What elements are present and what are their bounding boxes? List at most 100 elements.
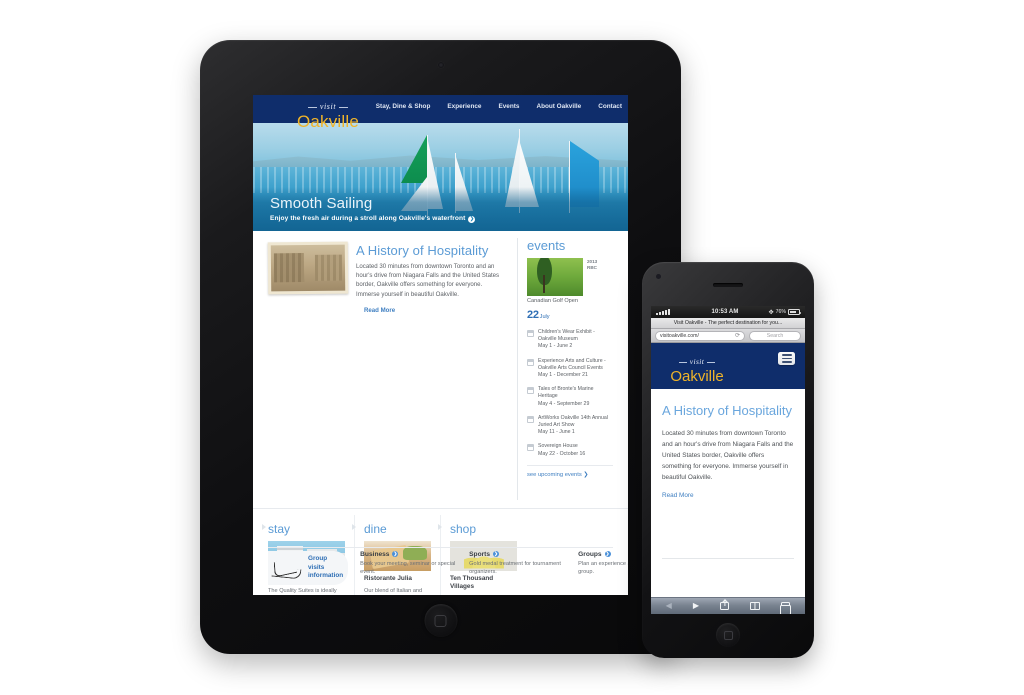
- phone-home-button[interactable]: [716, 623, 740, 647]
- tablet-device: visit Oakville Stay, Dine & Shop Experie…: [200, 40, 681, 654]
- phone-speaker-grille: [713, 283, 743, 287]
- chevron-icon: ❯: [604, 551, 611, 557]
- event-list-item[interactable]: Children's Wear Exhibit - Oakville Museu…: [527, 329, 613, 351]
- featured-event-date: 22July: [527, 305, 613, 323]
- url-input[interactable]: visitoakville.com/ ⟳: [655, 330, 745, 341]
- hero-subtitle-text: Enjoy the fresh air during a stroll alon…: [270, 215, 466, 222]
- status-right: ✥ 76%: [760, 309, 801, 316]
- logo-name-text: Oakville: [296, 112, 360, 131]
- chevron-icon: ❯: [392, 551, 399, 557]
- card-arrow-icon: [352, 524, 356, 530]
- hero-banner: Smooth Sailing Enjoy the fresh air durin…: [253, 123, 628, 231]
- events-column: events 2013 RBC Canadian Golf Open 22Jul…: [517, 238, 613, 500]
- promo-column-sports: Sports ❯ Gold medal treatment for tournam…: [469, 551, 566, 576]
- promo-body: Plan an experience as unique as your gro…: [578, 561, 628, 575]
- featured-event-caption: Canadian Golf Open: [527, 298, 578, 304]
- phone-device: 10:53 AM ✥ 76% Visit Oakville - The perf…: [642, 262, 814, 658]
- promo-column-business: Business ❯ Book your meeting, seminar or …: [360, 551, 457, 576]
- featured-event-month: July: [539, 314, 550, 320]
- card-item-body: Our blend of Italian and Latin kitchens …: [364, 588, 423, 595]
- site-main: A History of Hospitality Located 30 minu…: [253, 231, 628, 595]
- tablet-home-button[interactable]: [424, 604, 457, 637]
- intro-heading: A History of Hospitality: [356, 243, 489, 258]
- event-title: Experience Arts and Culture - Oakville A…: [538, 357, 606, 371]
- nav-item-contact[interactable]: Contact: [598, 103, 622, 110]
- event-list-item[interactable]: Experience Arts and Culture - Oakville A…: [527, 358, 613, 380]
- promo-heading-text: Business: [360, 551, 390, 558]
- promo-columns: Business ❯ Book your meeting, seminar or …: [348, 551, 628, 576]
- events-panel: events 2013 RBC Canadian Golf Open 22Jul…: [517, 238, 613, 500]
- intro-body: Located 30 minutes from downtown Toronto…: [356, 263, 500, 298]
- reload-icon[interactable]: ⟳: [735, 333, 740, 339]
- chevron-icon: ❯: [493, 551, 500, 557]
- battery-percent: 76%: [775, 309, 786, 315]
- back-icon[interactable]: ◀: [666, 602, 672, 610]
- forward-icon[interactable]: ▶: [693, 602, 699, 610]
- hero-title: Smooth Sailing: [270, 195, 373, 212]
- phone-status-bar: 10:53 AM ✥ 76%: [651, 306, 805, 318]
- site-logo[interactable]: visit Oakville: [285, 96, 371, 130]
- featured-event-day: 22: [527, 309, 539, 321]
- featured-event-sponsor: RBC: [587, 265, 597, 270]
- group-visits-banner[interactable]: Group visits information: [268, 551, 349, 585]
- event-dates: May 11 - June 1: [538, 429, 575, 436]
- tabs-icon[interactable]: [779, 602, 791, 614]
- search-input[interactable]: Search: [749, 330, 801, 341]
- events-list: Children's Wear Exhibit - Oakville Museu…: [527, 329, 613, 458]
- events-heading: events: [527, 238, 566, 253]
- mobile-read-more-link[interactable]: Read More: [662, 492, 694, 499]
- card-heading: dine: [364, 522, 387, 536]
- event-title: Sovereign House: [538, 443, 578, 450]
- intro-text: A History of Hospitality Located 30 minu…: [356, 240, 507, 500]
- promo-heading[interactable]: Sports ❯: [469, 551, 566, 558]
- bluetooth-icon: ✥: [768, 309, 774, 316]
- featured-event-image: [527, 258, 583, 296]
- promo-heading[interactable]: Business ❯: [360, 551, 457, 558]
- phone-screen: 10:53 AM ✥ 76% Visit Oakville - The perf…: [651, 306, 805, 614]
- event-list-item[interactable]: Tales of Bronte's Marine Heritage May 4 -…: [527, 386, 613, 408]
- share-icon[interactable]: [720, 602, 730, 610]
- signal-bars-icon: [656, 309, 690, 315]
- promo-heading-text: Groups: [578, 551, 602, 558]
- event-dates: May 1 - June 2: [538, 343, 573, 350]
- site-header: visit Oakville Stay, Dine & Shop Experie…: [253, 95, 628, 130]
- safari-address-bar: visitoakville.com/ ⟳ Search: [651, 329, 805, 343]
- calendar-icon: [527, 415, 534, 423]
- card-heading: stay: [268, 522, 291, 536]
- group-visits-label: Group visits information: [308, 555, 344, 580]
- mobile-site-content: A History of Hospitality Located 30 minu…: [651, 389, 805, 559]
- featured-event[interactable]: 2013 RBC Canadian Golf Open 22July: [527, 258, 613, 323]
- safari-toolbar: ◀ ▶: [651, 597, 805, 614]
- nav-item-stay-dine-shop[interactable]: Stay, Dine & Shop: [376, 103, 431, 110]
- event-list-item[interactable]: ArtWorks Oakville 14th Annual Juried Art…: [527, 415, 613, 437]
- logo-script-text: visit: [307, 102, 349, 111]
- intro-block: A History of Hospitality Located 30 minu…: [267, 240, 507, 500]
- status-time: 10:53 AM: [711, 309, 739, 315]
- url-text: visitoakville.com/: [660, 332, 699, 339]
- nav-item-experience[interactable]: Experience: [447, 103, 481, 110]
- mobile-logo-name-text: Oakville: [670, 368, 724, 385]
- event-list-item[interactable]: Sovereign House May 22 - October 16: [527, 443, 613, 457]
- promo-column-groups: Groups❯ Plan an experience as unique as …: [578, 551, 628, 576]
- event-title: ArtWorks Oakville 14th Annual Juried Art…: [538, 414, 608, 429]
- card-arrow-icon: [262, 524, 266, 530]
- hamburger-menu-icon[interactable]: [778, 352, 795, 365]
- mobile-logo-script-text: visit: [679, 357, 715, 366]
- nav-item-events[interactable]: Events: [498, 103, 519, 110]
- mobile-site-logo[interactable]: visit Oakville: [662, 351, 732, 385]
- bookmarks-icon[interactable]: [750, 602, 761, 610]
- calendar-icon: [527, 444, 534, 452]
- promo-heading[interactable]: Groups ❯: [578, 551, 628, 558]
- hero-subtitle[interactable]: Enjoy the fresh air during a stroll alon…: [270, 215, 476, 223]
- featured-event-year: 2013: [587, 259, 598, 264]
- promo-strip: Group visits information Business ❯ Book …: [268, 547, 628, 587]
- intro-read-more-link[interactable]: Read More: [364, 307, 395, 314]
- calendar-icon: [527, 387, 534, 395]
- mobile-divider: [662, 558, 794, 559]
- see-upcoming-events-link[interactable]: see upcoming events ❯: [527, 464, 613, 478]
- phone-camera-icon: [656, 274, 661, 279]
- card-item-body: The Quality Suites is ideally located ne…: [268, 588, 337, 595]
- hero-arrow-icon: ❯: [468, 216, 476, 223]
- nav-item-about-oakville[interactable]: About Oakville: [536, 103, 581, 110]
- battery-icon: [788, 309, 801, 315]
